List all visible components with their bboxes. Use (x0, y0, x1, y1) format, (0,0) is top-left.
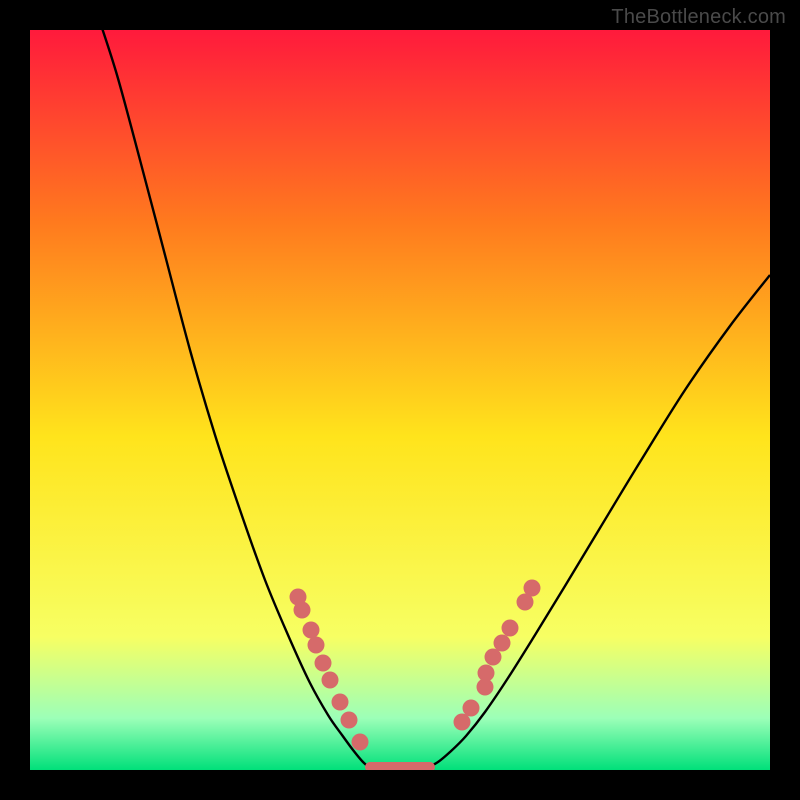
marker-dot (463, 700, 480, 717)
marker-dot (332, 694, 349, 711)
marker-dot (341, 712, 358, 729)
gradient-background (30, 30, 770, 770)
marker-dot (308, 637, 325, 654)
marker-dot (478, 665, 495, 682)
marker-dot (524, 580, 541, 597)
bottom-bar-segment (365, 762, 435, 770)
watermark-text: TheBottleneck.com (611, 6, 786, 29)
marker-dot (352, 734, 369, 751)
plot-area (30, 30, 770, 770)
marker-dot (294, 602, 311, 619)
marker-dot (315, 655, 332, 672)
chart-frame: TheBottleneck.com (0, 0, 800, 800)
marker-dot (494, 635, 511, 652)
marker-dot (322, 672, 339, 689)
chart-svg (30, 30, 770, 770)
marker-dot (303, 622, 320, 639)
marker-dot (454, 714, 471, 731)
marker-dot (485, 649, 502, 666)
marker-dot (502, 620, 519, 637)
